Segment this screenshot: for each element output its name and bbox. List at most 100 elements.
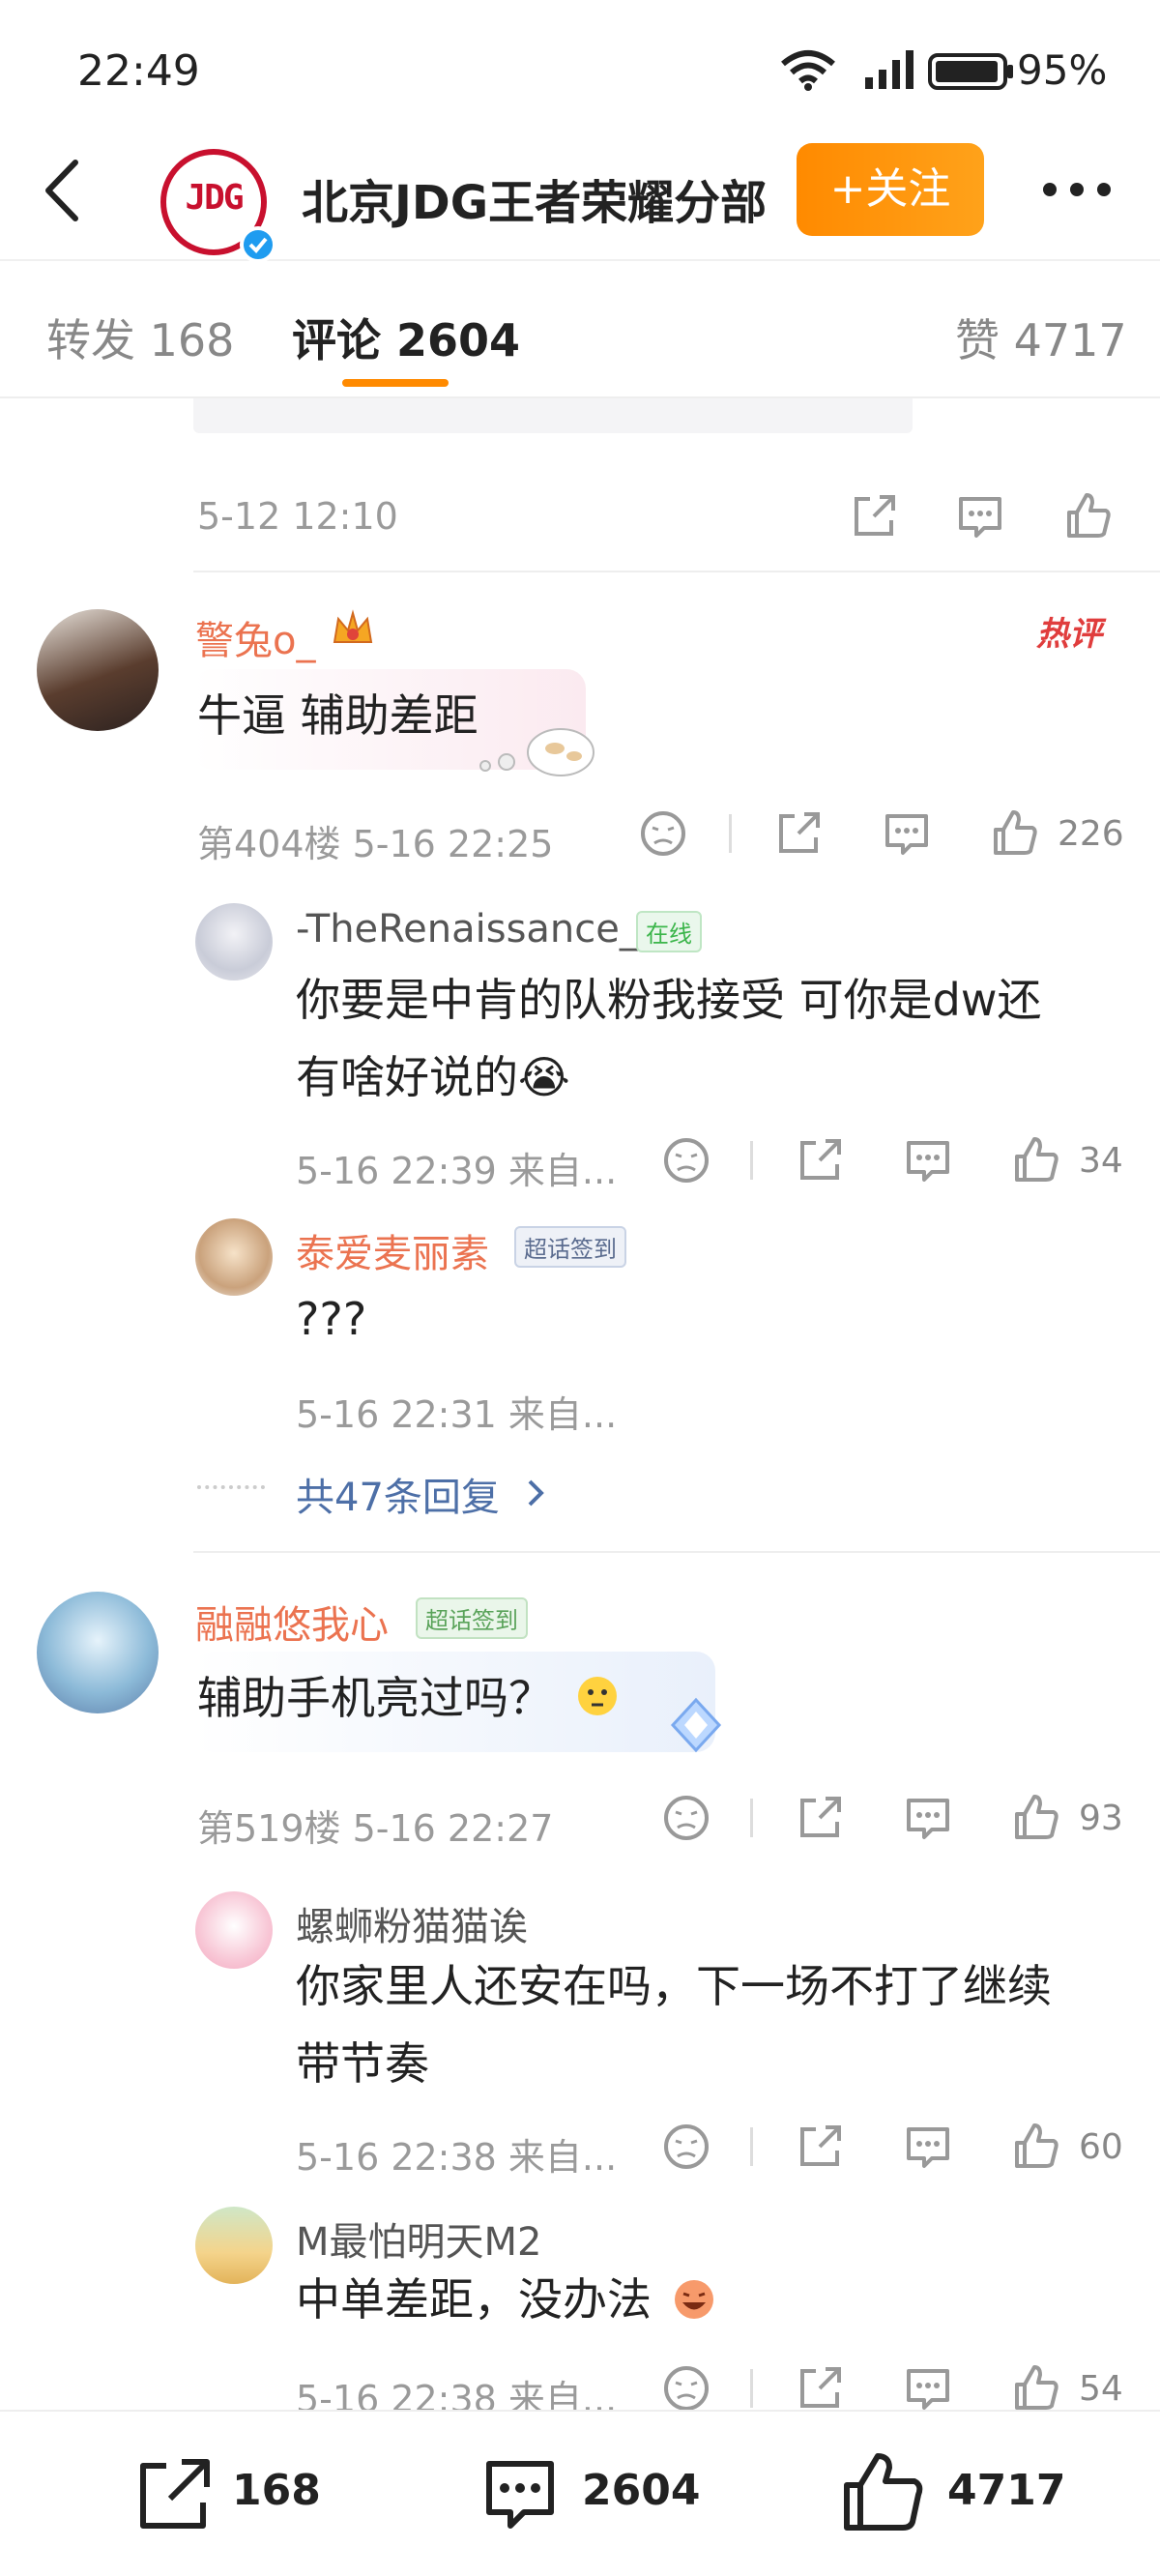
- comment-username[interactable]: 警兔o_: [195, 609, 315, 665]
- cat-sticker-icon: [479, 728, 594, 776]
- comment-meta: 第519楼 5-16 22:27: [197, 1807, 554, 1850]
- repost-icon[interactable]: [131, 2452, 217, 2537]
- like-icon[interactable]: [1011, 2363, 1061, 2414]
- share-icon[interactable]: [773, 808, 824, 859]
- comment-icon[interactable]: [903, 1135, 953, 1186]
- tab-bar: 转发 168 评论 2604 赞 4717: [0, 261, 1160, 398]
- reply-text: ???: [296, 1293, 367, 1345]
- reply-username[interactable]: M最怕明天M2: [296, 2210, 541, 2267]
- reply-text-line2: 带节奏: [296, 2037, 429, 2090]
- action-separator: [750, 2369, 753, 2408]
- like-icon[interactable]: [1011, 2122, 1061, 2172]
- jdg-logo-text: JDG: [185, 178, 244, 218]
- share-icon[interactable]: [795, 1135, 845, 1186]
- like-icon[interactable]: [839, 2448, 928, 2537]
- more-replies-link[interactable]: 共47条回复: [296, 1466, 500, 1522]
- verified-icon: [240, 226, 276, 263]
- comment-username[interactable]: 融融悠我心: [195, 1594, 389, 1650]
- more-options-icon[interactable]: [1040, 180, 1114, 199]
- status-time: 22:49: [77, 46, 200, 96]
- like-count[interactable]: 4717: [947, 2466, 1065, 2515]
- like-count: 226: [1058, 814, 1124, 854]
- repost-count[interactable]: 168: [232, 2466, 321, 2515]
- user-avatar[interactable]: [37, 609, 159, 731]
- reply-text: 中单差距，没办法: [296, 2273, 652, 2326]
- reply-avatar[interactable]: [195, 1218, 273, 1296]
- reply-avatar[interactable]: [195, 2207, 273, 2284]
- action-separator: [729, 814, 732, 853]
- comment-icon[interactable]: [903, 2122, 953, 2172]
- comment-text: 辅助手机亮过吗？: [197, 1672, 553, 1724]
- dislike-face-icon[interactable]: [661, 1793, 711, 1843]
- reply-username[interactable]: 泰爱麦丽素: [296, 1222, 489, 1278]
- super-topic-checkin-badge: 超话签到: [416, 1597, 528, 1639]
- comment-icon[interactable]: [903, 2363, 953, 2414]
- wifi-icon: [781, 50, 835, 91]
- previous-comment-card: [193, 398, 913, 433]
- battery-percent: 95%: [1017, 46, 1108, 94]
- like-count: 54: [1079, 2369, 1123, 2409]
- comment-icon[interactable]: [955, 491, 1005, 542]
- reply-username[interactable]: -TheRenaissance_: [296, 907, 639, 951]
- back-arrow-icon[interactable]: [35, 157, 93, 224]
- comment-icon[interactable]: [882, 808, 932, 859]
- tab-like[interactable]: 赞 4717: [955, 306, 1127, 369]
- tab-active-indicator: [342, 379, 449, 387]
- online-badge: 在线: [636, 911, 702, 952]
- comment-meta: 第404楼 5-16 22:25: [197, 823, 554, 865]
- dislike-face-icon[interactable]: [661, 1135, 711, 1186]
- like-count: 34: [1079, 1141, 1123, 1181]
- divider: [193, 571, 1160, 572]
- diamond-sticker-icon: [670, 1697, 722, 1753]
- like-icon[interactable]: [1011, 1135, 1061, 1186]
- divider: [193, 1551, 1160, 1553]
- reply-text: 你要是中肯的队粉我接受 可你是dw还: [296, 974, 1042, 1026]
- tab-comment[interactable]: 评论 2604: [292, 306, 520, 369]
- like-icon[interactable]: [1011, 1793, 1061, 1843]
- share-icon[interactable]: [849, 491, 899, 542]
- share-icon[interactable]: [795, 2363, 845, 2414]
- super-topic-checkin-badge: 超话签到: [514, 1226, 626, 1268]
- like-icon[interactable]: [990, 808, 1040, 859]
- share-icon[interactable]: [795, 2122, 845, 2172]
- action-separator: [750, 1141, 753, 1180]
- reply-avatar[interactable]: [195, 903, 273, 981]
- account-name[interactable]: 北京JDG王者荣耀分部: [302, 164, 767, 232]
- action-separator: [750, 2127, 753, 2166]
- reply-text-line2: 有啥好说的😭: [296, 1051, 570, 1103]
- reply-meta: 5-16 22:38 来自...: [296, 2136, 618, 2179]
- follow-button[interactable]: +关注: [797, 143, 984, 236]
- laughing-face-icon: [675, 2280, 713, 2319]
- previous-comment-time: 5-12 12:10: [197, 495, 398, 538]
- dislike-face-icon[interactable]: [661, 2363, 711, 2414]
- battery-icon: [928, 53, 1013, 90]
- comment-count[interactable]: 2604: [582, 2466, 700, 2515]
- share-icon[interactable]: [795, 1793, 845, 1843]
- reply-meta: 5-16 22:31 来自...: [296, 1393, 618, 1436]
- like-icon[interactable]: [1063, 491, 1114, 542]
- thinking-face-icon: [578, 1677, 617, 1715]
- tab-repost[interactable]: 转发 168: [46, 306, 234, 369]
- user-avatar[interactable]: [37, 1592, 159, 1713]
- account-avatar[interactable]: JDG: [160, 149, 276, 263]
- comment-icon[interactable]: [903, 1793, 953, 1843]
- vip-crown-icon: [333, 609, 373, 643]
- dislike-face-icon[interactable]: [661, 2122, 711, 2172]
- comment-text: 牛逼 辅助差距: [197, 689, 478, 742]
- chevron-right-icon[interactable]: [522, 1474, 549, 1512]
- post-header: JDG 北京JDG王者荣耀分部 +关注: [0, 135, 1160, 263]
- reply-meta: 5-16 22:39 来自...: [296, 1150, 618, 1192]
- reply-username[interactable]: 螺蛳粉猫猫诶: [296, 1895, 528, 1951]
- signal-icon: [865, 50, 914, 89]
- status-bar: 22:49 95%: [0, 0, 1160, 135]
- reply-text: 你家里人还安在吗，下一场不打了继续: [296, 1960, 1052, 2012]
- like-count: 93: [1079, 1799, 1123, 1838]
- bottom-action-bar: 168 2604 4717: [0, 2410, 1160, 2576]
- action-separator: [750, 1799, 753, 1837]
- reply-avatar[interactable]: [195, 1891, 273, 1969]
- dotted-leader: [197, 1485, 265, 1491]
- like-count: 60: [1079, 2127, 1123, 2167]
- comment-icon[interactable]: [478, 2452, 563, 2537]
- dislike-face-icon[interactable]: [638, 808, 688, 859]
- hot-comment-badge: 热评: [1036, 615, 1102, 654]
